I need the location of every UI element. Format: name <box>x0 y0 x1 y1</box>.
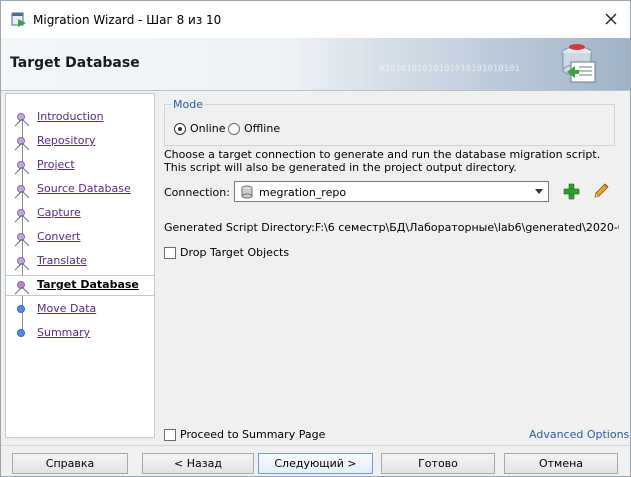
add-icon[interactable] <box>563 183 580 200</box>
generated-script-directory: Generated Script Directory:F:\6 семестр\… <box>164 221 619 234</box>
wizard-step-repository[interactable]: Repository <box>6 131 154 151</box>
page-title: Target Database <box>10 55 140 71</box>
wizard-step-label: Project <box>37 158 75 171</box>
next-button[interactable]: Следующий > <box>258 453 373 474</box>
banner-binary-decoration: 01010101010101010101010101 <box>379 64 520 74</box>
wizard-step-introduction[interactable]: Introduction <box>6 107 154 127</box>
cancel-button[interactable]: Отмена <box>504 453 618 474</box>
title-bar: Migration Wizard - Шаг 8 из 10 <box>1 1 630 38</box>
wizard-step-label: Translate <box>37 254 87 267</box>
step-walker-icon <box>14 191 30 199</box>
online-radio-label: Online <box>190 122 226 135</box>
step-walker-icon <box>14 119 30 127</box>
window-title: Migration Wizard - Шаг 8 из 10 <box>33 13 222 27</box>
wizard-step-convert[interactable]: Convert <box>6 227 154 247</box>
connection-select[interactable]: megration_repo <box>234 181 549 202</box>
proceed-summary-label: Proceed to Summary Page <box>180 428 326 441</box>
drop-target-objects-box[interactable] <box>164 246 176 259</box>
wizard-banner: Target Database 010101010101010101010101… <box>1 38 630 90</box>
wizard-step-project[interactable]: Project <box>6 155 154 175</box>
wizard-step-label: Repository <box>37 134 96 147</box>
wizard-step-target-database: Target Database <box>6 275 154 296</box>
offline-radio[interactable]: Offline <box>228 122 280 135</box>
offline-radio-label: Offline <box>244 122 281 135</box>
mode-legend: Mode <box>171 98 205 111</box>
wizard-steps-panel: Introduction Repository Project Source Data… <box>5 93 155 438</box>
pencil-icon[interactable] <box>592 182 610 200</box>
step-walker-icon <box>14 263 30 271</box>
migration-wizard-icon <box>11 12 27 31</box>
wizard-step-label: Source Database <box>37 182 131 195</box>
wizard-step-move-data[interactable]: Move Data <box>6 299 154 319</box>
online-radio[interactable]: Online <box>174 122 225 135</box>
step-node-icon <box>17 329 25 337</box>
wizard-step-label: Convert <box>37 230 81 243</box>
help-button[interactable]: Справка <box>12 453 128 474</box>
step-walker-icon <box>14 239 30 247</box>
wizard-step-label: Target Database <box>37 278 139 291</box>
button-bar-divider <box>1 445 630 446</box>
wizard-step-capture[interactable]: Capture <box>6 203 154 223</box>
database-icon <box>240 185 254 202</box>
proceed-summary-checkbox[interactable]: Proceed to Summary Page <box>164 428 325 441</box>
wizard-step-summary[interactable]: Summary <box>6 323 154 343</box>
finish-button[interactable]: Готово <box>381 453 495 474</box>
step-walker-icon <box>14 215 30 223</box>
wizard-step-label: Summary <box>37 326 91 339</box>
connection-value: megration_repo <box>259 186 347 199</box>
back-button[interactable]: < Назад <box>142 453 254 474</box>
banner-divider <box>1 90 630 91</box>
step-node-icon <box>17 305 25 313</box>
drop-target-objects-checkbox[interactable]: Drop Target Objects <box>164 246 289 259</box>
offline-radio-dot[interactable] <box>228 122 240 135</box>
proceed-summary-box[interactable] <box>164 428 176 441</box>
wizard-step-label: Introduction <box>37 110 104 123</box>
connection-label: Connection: <box>164 186 230 199</box>
wizard-step-label: Capture <box>37 206 81 219</box>
chevron-down-icon[interactable] <box>535 189 543 194</box>
migration-wizard-window: Migration Wizard - Шаг 8 из 10 Target Da… <box>0 0 631 477</box>
description-text: Choose a target connection to generate a… <box>164 148 601 174</box>
database-target-icon <box>549 42 601 89</box>
online-radio-dot[interactable] <box>174 122 186 135</box>
wizard-step-translate[interactable]: Translate <box>6 251 154 271</box>
drop-target-objects-label: Drop Target Objects <box>180 246 290 259</box>
step-walker-icon <box>14 143 30 151</box>
wizard-step-label: Move Data <box>37 302 97 315</box>
step-walker-icon <box>14 167 30 175</box>
mode-group: Mode Online Offline <box>164 98 615 146</box>
close-icon[interactable] <box>601 9 621 29</box>
advanced-options-link[interactable]: Advanced Options <box>529 428 629 441</box>
wizard-step-source-database[interactable]: Source Database <box>6 179 154 199</box>
step-walker-icon <box>14 287 30 295</box>
